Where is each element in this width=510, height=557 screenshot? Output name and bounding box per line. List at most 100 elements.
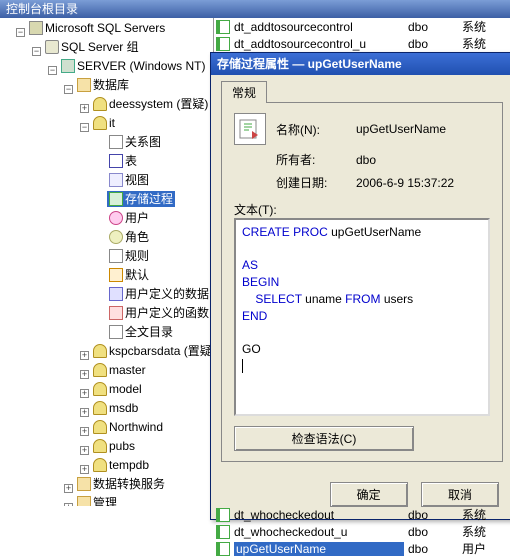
cell-name: upGetUserName: [234, 542, 404, 556]
tree-label: 存储过程: [125, 191, 173, 207]
expander-icon[interactable]: +: [80, 427, 89, 436]
expander-icon[interactable]: −: [64, 85, 73, 94]
expander-icon[interactable]: +: [80, 104, 89, 113]
properties-dialog: 存储过程属性 — upGetUserName 常规 名称(N): upGetUs…: [210, 52, 510, 520]
expander-icon[interactable]: +: [80, 408, 89, 417]
expander-icon[interactable]: +: [80, 465, 89, 474]
database-icon: [93, 458, 107, 472]
database-icon: [93, 420, 107, 434]
tree-label: 关系图: [125, 134, 161, 150]
sproc-icon: [109, 192, 123, 206]
tree-label: 角色: [125, 229, 149, 245]
expander-icon[interactable]: +: [80, 351, 89, 360]
tree-label: master: [109, 362, 146, 378]
tree-db[interactable]: tempdb: [91, 457, 151, 473]
expander-icon[interactable]: −: [16, 28, 25, 37]
database-icon: [93, 382, 107, 396]
cell-type: 系统: [462, 18, 510, 35]
machine-icon: [61, 59, 75, 73]
tree-label: tempdb: [109, 457, 149, 473]
tree-label: it: [109, 115, 115, 131]
expander-icon[interactable]: −: [80, 123, 89, 132]
tree-defaults[interactable]: 默认: [107, 267, 151, 283]
sql-textbox[interactable]: CREATE PROC upGetUserName AS BEGIN SELEC…: [234, 218, 490, 416]
tree-dts[interactable]: 数据转换服务: [75, 476, 167, 492]
table-icon: [109, 154, 123, 168]
tree-sprocs[interactable]: 存储过程: [107, 191, 175, 207]
database-icon: [93, 439, 107, 453]
diagram-icon: [109, 135, 123, 149]
expander-icon[interactable]: +: [80, 370, 89, 379]
database-icon: [93, 401, 107, 415]
database-icon: [93, 363, 107, 377]
tree-label: 视图: [125, 172, 149, 188]
tree-fulltext[interactable]: 全文目录: [107, 324, 175, 340]
tree-label: pubs: [109, 438, 135, 454]
sproc-icon: [216, 542, 230, 556]
tree-users[interactable]: 用户: [107, 210, 151, 226]
list-row[interactable]: dt_whocheckedout dbo 系统: [214, 506, 510, 523]
list-row[interactable]: dt_whocheckedout_u dbo 系统: [214, 523, 510, 540]
expander-icon[interactable]: +: [64, 503, 73, 506]
tree-label: 用户: [125, 210, 149, 226]
tree-databases[interactable]: 数据库: [75, 77, 131, 93]
name-label: 名称(N):: [276, 121, 356, 138]
tree-roles[interactable]: 角色: [107, 229, 151, 245]
ok-button[interactable]: 确定: [330, 482, 408, 507]
tree-group[interactable]: SQL Server 组: [43, 39, 141, 55]
tree-tables[interactable]: 表: [107, 153, 139, 169]
cell-owner: dbo: [408, 37, 458, 51]
expander-icon[interactable]: −: [32, 47, 41, 56]
list-row[interactable]: dt_addtosourcecontrol_u dbo 系统: [214, 35, 510, 52]
tab-general[interactable]: 常规: [221, 81, 267, 103]
created-label: 创建日期:: [276, 174, 356, 191]
tree-management[interactable]: 管理: [75, 495, 119, 506]
fulltext-icon: [109, 325, 123, 339]
name-value: upGetUserName: [356, 122, 490, 136]
list-bottom: dt_whocheckedout dbo 系统 dt_whocheckedout…: [214, 506, 510, 557]
expander-icon[interactable]: +: [80, 446, 89, 455]
tree-db[interactable]: msdb: [91, 400, 140, 416]
tree-db[interactable]: model: [91, 381, 144, 397]
tree-udt[interactable]: 用户定义的数据: [107, 286, 211, 302]
expander-icon[interactable]: −: [48, 66, 57, 75]
tree-db[interactable]: pubs: [91, 438, 137, 454]
cell-name: dt_addtosourcecontrol: [234, 20, 404, 34]
view-icon: [109, 173, 123, 187]
tree-db-it[interactable]: it: [91, 115, 117, 131]
dialog-title[interactable]: 存储过程属性 — upGetUserName: [211, 53, 510, 75]
tree-label: model: [109, 381, 142, 397]
list-pane: dt_addtosourcecontrol dbo 系统 dt_addtosou…: [214, 18, 510, 506]
tree-label: 规则: [125, 248, 149, 264]
check-syntax-button[interactable]: 检查语法(C): [234, 426, 414, 451]
tree-views[interactable]: 视图: [107, 172, 151, 188]
tree-root[interactable]: Microsoft SQL Servers: [27, 20, 167, 36]
expander-icon[interactable]: +: [80, 389, 89, 398]
tree-label: msdb: [109, 400, 138, 416]
tree-server[interactable]: SERVER (Windows NT): [59, 58, 207, 74]
tree-db[interactable]: Northwind: [91, 419, 165, 435]
expander-icon[interactable]: +: [64, 484, 73, 493]
tree-db[interactable]: master: [91, 362, 148, 378]
cell-type: 系统: [462, 523, 510, 540]
sproc-large-icon: [234, 113, 266, 145]
tree-db[interactable]: kspcbarsdata (置疑): [91, 343, 214, 359]
tree-udf[interactable]: 用户定义的函数: [107, 305, 211, 321]
list-row[interactable]: dt_addtosourcecontrol dbo 系统: [214, 18, 510, 35]
cell-name: dt_whocheckedout: [234, 508, 404, 522]
cell-type: 系统: [462, 35, 510, 52]
tree-pane: −Microsoft SQL Servers −SQL Server 组 −SE…: [0, 18, 214, 506]
list-row[interactable]: upGetUserName dbo 用户: [214, 540, 510, 557]
tree-label: deessystem (置疑): [109, 96, 208, 112]
tree-db[interactable]: deessystem (置疑): [91, 96, 210, 112]
sproc-icon: [216, 508, 230, 522]
tree-rules[interactable]: 规则: [107, 248, 151, 264]
tree-diagrams[interactable]: 关系图: [107, 134, 163, 150]
folder-icon: [77, 78, 91, 92]
tree-label: 全文目录: [125, 324, 173, 340]
udf-icon: [109, 306, 123, 320]
tree-label: SQL Server 组: [61, 39, 139, 55]
cell-type: 用户: [462, 540, 510, 557]
owner-value: dbo: [356, 153, 490, 167]
cancel-button[interactable]: 取消: [421, 482, 499, 507]
